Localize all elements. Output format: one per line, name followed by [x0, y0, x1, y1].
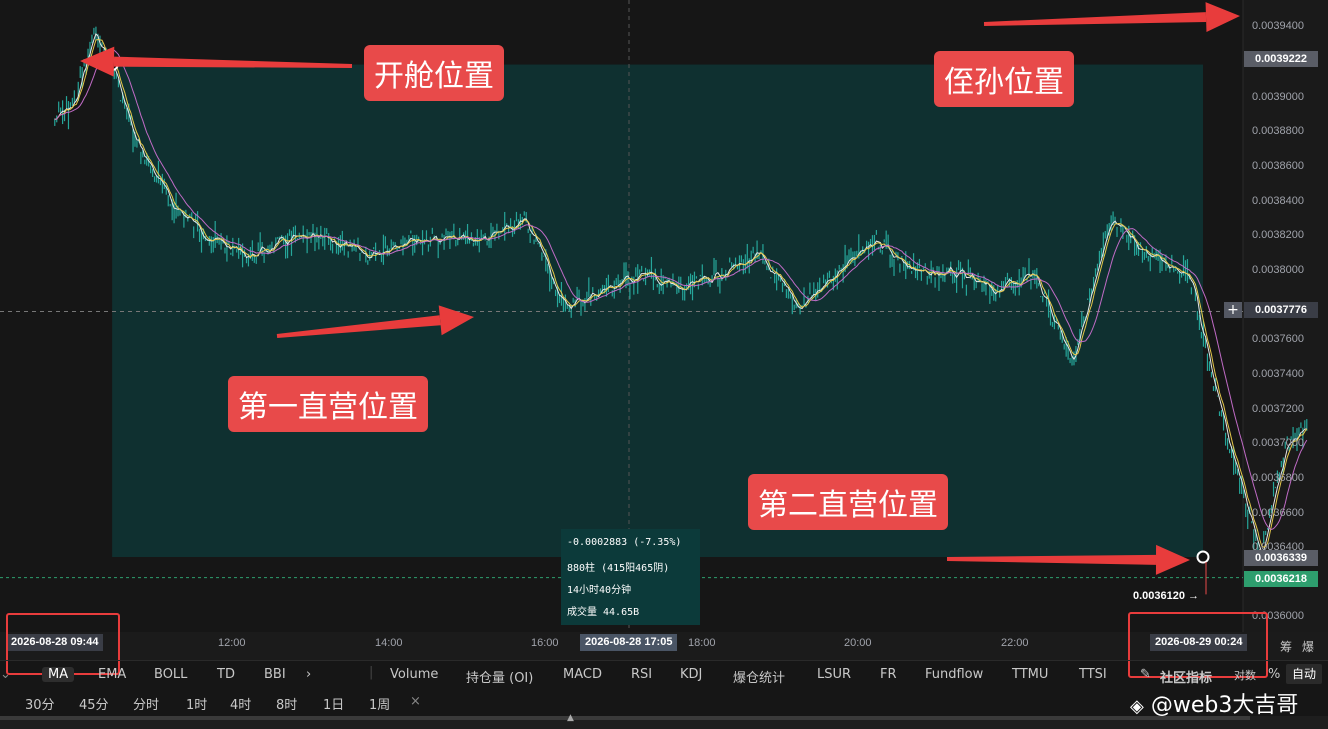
- y-tick-label: 0.0038800: [1252, 125, 1304, 137]
- crosshair-time-label: 2026-08-28 17:05: [580, 634, 678, 651]
- scrollbar-thumb[interactable]: [0, 716, 1250, 720]
- chevron-right-icon[interactable]: ›: [306, 667, 311, 682]
- indicator-ttsi[interactable]: TTSI: [1079, 667, 1107, 682]
- x-tick-label: 16:00: [531, 637, 559, 649]
- binance-logo-icon: ◈: [1130, 696, 1144, 717]
- annotation-stop: 侄孙位置: [934, 51, 1074, 107]
- chevron-down-icon[interactable]: ⌄: [0, 667, 11, 682]
- indicator-lsur[interactable]: LSUR: [817, 667, 851, 682]
- annotation-open: 开舱位置: [364, 45, 504, 101]
- end-price-label: 0.0036339: [1244, 550, 1318, 566]
- indicator-fr[interactable]: FR: [880, 667, 897, 682]
- watermark: ◈ @web3大吉哥: [1130, 687, 1298, 719]
- watermark-text: @web3大吉哥: [1150, 693, 1299, 718]
- current-price-label: 0.0036218: [1244, 571, 1318, 587]
- y-tick-label: 0.0039000: [1252, 91, 1304, 103]
- indicator-kdj[interactable]: KDJ: [680, 667, 702, 682]
- measure-info-box: -0.0002883 (-7.35%) 880柱 (415阳465阴) 14小时…: [561, 529, 700, 625]
- close-icon[interactable]: ×: [410, 694, 421, 709]
- interval-toolbar: 30分 45分 分时 1时 4时 8时 1日 1周 ×: [0, 688, 1328, 716]
- measure-end-point: [1196, 550, 1210, 564]
- indicator-td[interactable]: TD: [217, 667, 235, 682]
- x-tick-label: 20:00: [844, 637, 872, 649]
- x-tick-label: 22:00: [1001, 637, 1029, 649]
- indicator-toolbar: ⌄ MA EMA BOLL TD BBI › | Volume 持仓量 (OI)…: [0, 660, 1328, 689]
- measure-duration: 14小时40分钟: [567, 585, 632, 596]
- indicator-liquidation[interactable]: 爆仓统计: [733, 667, 785, 686]
- edit-icon[interactable]: ✎: [1140, 667, 1151, 682]
- y-tick-label: 0.0037200: [1252, 403, 1304, 415]
- x-tick-label: 12:00: [218, 637, 246, 649]
- annotation-second: 第二直营位置: [748, 474, 948, 530]
- interval-1h[interactable]: 1时: [186, 694, 207, 713]
- indicator-ttmu[interactable]: TTMU: [1012, 667, 1048, 682]
- x-tick-label: 18:00: [688, 637, 716, 649]
- add-alert-button[interactable]: +: [1224, 302, 1242, 318]
- log-scale-toggle[interactable]: 对数: [1234, 667, 1256, 683]
- indicator-macd[interactable]: MACD: [563, 667, 602, 682]
- interval-8h[interactable]: 8时: [276, 694, 297, 713]
- measure-change: -0.0002883 (-7.35%): [567, 537, 682, 548]
- measure-range-box: [112, 64, 1204, 558]
- crosshair-price-label: 0.0037776: [1244, 302, 1318, 318]
- y-tick-label: 0.0037000: [1252, 437, 1304, 449]
- percent-scale-toggle[interactable]: %: [1268, 667, 1280, 682]
- community-indicators[interactable]: 社区指标: [1160, 667, 1212, 686]
- interval-1w[interactable]: 1周: [369, 694, 390, 713]
- interval-1d[interactable]: 1日: [323, 694, 344, 713]
- interval-timeshare[interactable]: 分时: [133, 694, 159, 713]
- indicator-ema[interactable]: EMA: [98, 667, 126, 682]
- y-tick-label: 0.0036600: [1252, 507, 1304, 519]
- y-tick-label: 0.0038200: [1252, 229, 1304, 241]
- indicator-volume[interactable]: Volume: [390, 667, 438, 682]
- chevron-up-icon[interactable]: ▲: [567, 713, 574, 723]
- low-price-marker: 0.0036120 →: [1133, 590, 1200, 602]
- y-tick-label: 0.0039400: [1252, 20, 1304, 32]
- chips-button[interactable]: 筹: [1280, 638, 1292, 655]
- indicator-boll[interactable]: BOLL: [154, 667, 187, 682]
- y-tick-label: 0.0038400: [1252, 195, 1304, 207]
- interval-30m[interactable]: 30分: [25, 694, 55, 713]
- toolbar-divider: |: [369, 665, 374, 680]
- indicator-fundflow[interactable]: Fundflow: [925, 667, 983, 682]
- x-tick-label: 14:00: [375, 637, 403, 649]
- indicator-oi[interactable]: 持仓量 (OI): [466, 667, 533, 686]
- y-tick-label: 0.0037400: [1252, 368, 1304, 380]
- measure-volume: 成交量 44.65B: [567, 607, 640, 618]
- auto-scale-button[interactable]: 自动: [1286, 664, 1322, 684]
- liquidation-button[interactable]: 爆: [1302, 638, 1314, 655]
- y-tick-label: 0.0036800: [1252, 472, 1304, 484]
- indicator-bbi[interactable]: BBI: [264, 667, 286, 682]
- open-price-label: 0.0039222: [1244, 51, 1318, 67]
- annotation-first: 第一直营位置: [228, 376, 428, 432]
- measure-bars: 880柱 (415阳465阴): [567, 563, 670, 574]
- indicator-ma[interactable]: MA: [42, 667, 75, 682]
- interval-4h[interactable]: 4时: [230, 694, 251, 713]
- indicator-rsi[interactable]: RSI: [631, 667, 652, 682]
- y-tick-label: 0.0038000: [1252, 264, 1304, 276]
- y-tick-label: 0.0037600: [1252, 333, 1304, 345]
- y-tick-label: 0.0038600: [1252, 160, 1304, 172]
- interval-45m[interactable]: 45分: [79, 694, 109, 713]
